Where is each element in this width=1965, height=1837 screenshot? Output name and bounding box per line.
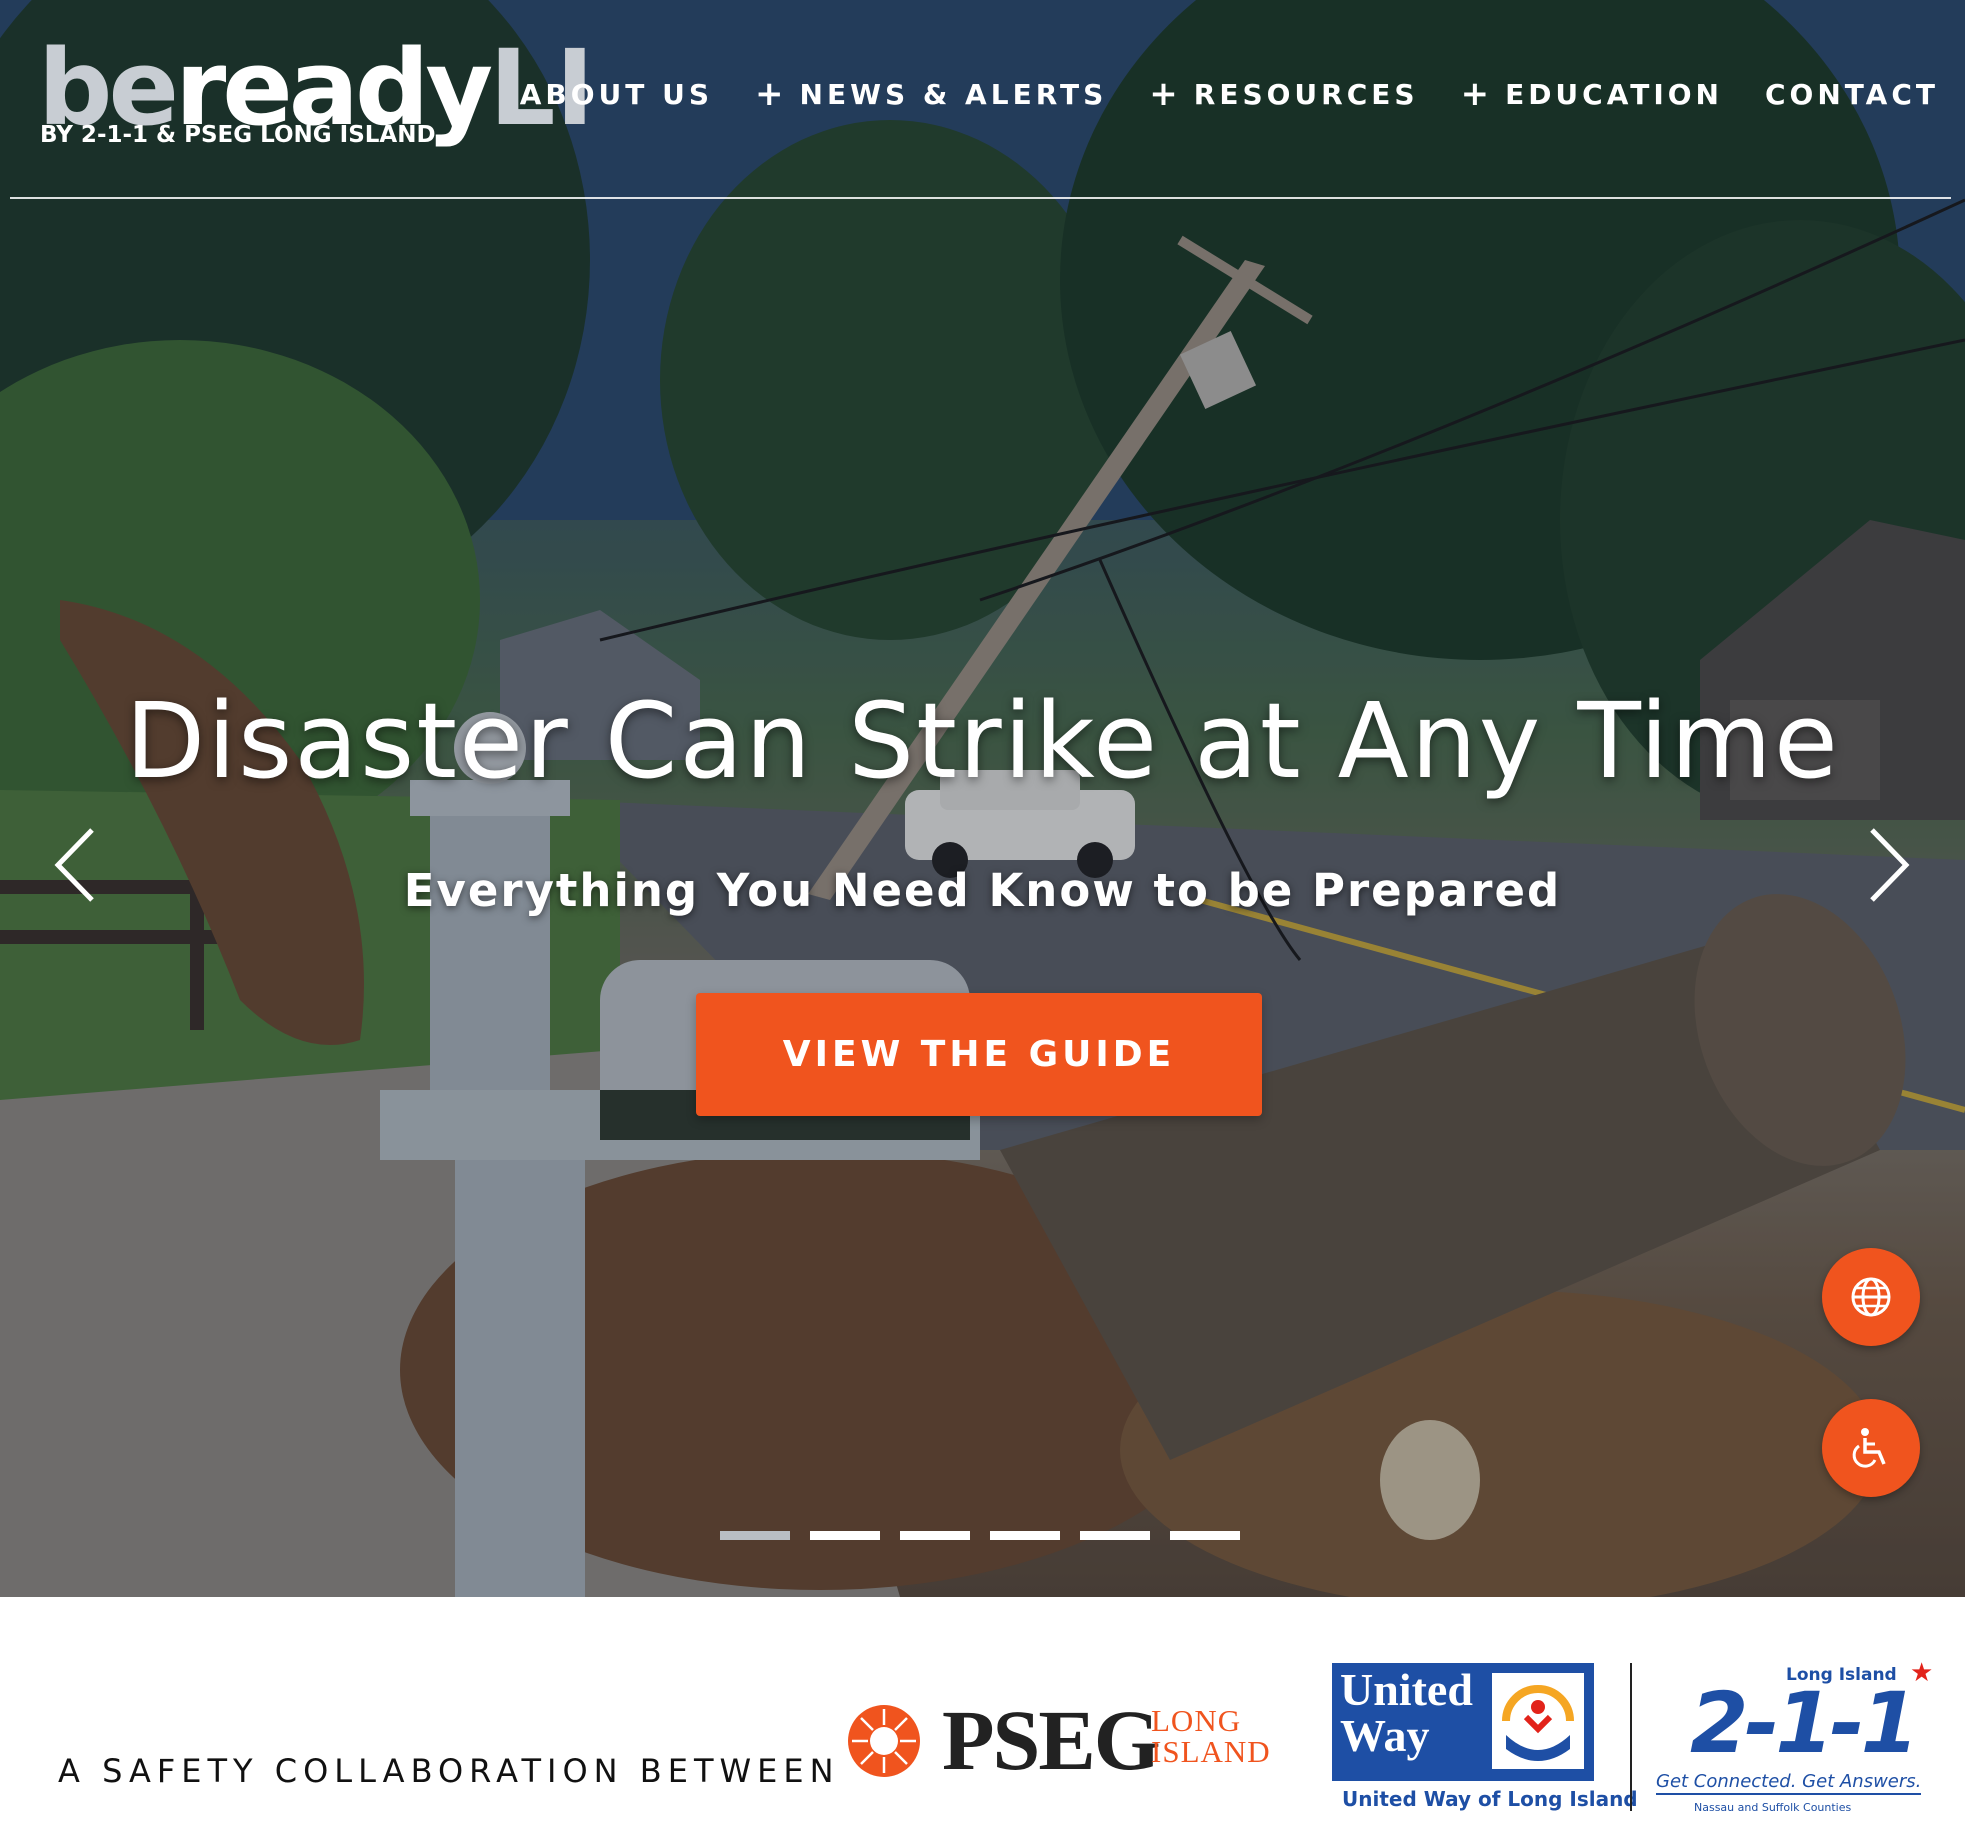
united-way-box: United Way [1332, 1663, 1594, 1781]
site-logo[interactable]: bereadyLI BY 2-1-1 & PSEG LONG ISLAND [38, 36, 594, 156]
wheelchair-icon [1852, 1428, 1886, 1468]
header-divider [10, 197, 1951, 199]
nav-about-us[interactable]: ABOUT US [520, 78, 713, 111]
nav-label: EDUCATION [1505, 77, 1723, 111]
pseg-line2: ISLAND [1151, 1734, 1271, 1769]
pseg-line1: LONG [1151, 1703, 1242, 1738]
pseg-name: PSEG [942, 1692, 1161, 1788]
nav-label: RESOURCES [1193, 77, 1419, 111]
united-way-emblem-icon [1492, 1673, 1584, 1769]
united-way-line2: Way [1340, 1710, 1430, 1761]
nav-resources[interactable]: + RESOURCES [1149, 77, 1418, 111]
partners-bar: A SAFETY COLLABORATION BETWEEN PSEG LONG… [0, 1597, 1965, 1837]
united-way-logo[interactable]: United Way United Way of Long Island [1332, 1663, 1638, 1813]
carousel-dot[interactable] [810, 1531, 880, 1540]
hero-subheadline: Everything You Need Know to be Prepared [403, 864, 1562, 917]
carousel-dot[interactable] [900, 1531, 970, 1540]
nav-label: NEWS & ALERTS [799, 77, 1108, 111]
carousel-prev-button[interactable] [46, 820, 106, 910]
expand-plus-icon: + [1149, 74, 1178, 114]
carousel-next-button[interactable] [1858, 820, 1918, 910]
carousel-dot[interactable] [990, 1531, 1060, 1540]
pseg-long-island: LONG ISLAND [1151, 1705, 1271, 1767]
logo-tagline: BY 2-1-1 & PSEG LONG ISLAND [40, 122, 436, 148]
partner-divider [1630, 1663, 1632, 1811]
chevron-right-icon [1870, 828, 1910, 902]
two-one-one-number: 2-1-1 [1690, 1674, 1919, 1772]
carousel-dot[interactable] [1170, 1531, 1240, 1540]
nav-education[interactable]: + EDUCATION [1461, 77, 1723, 111]
carousel-dot[interactable] [1080, 1531, 1150, 1540]
collaboration-label: A SAFETY COLLABORATION BETWEEN [58, 1752, 840, 1790]
nav-label: ABOUT US [519, 77, 714, 111]
globe-icon [1851, 1277, 1891, 1317]
united-way-line1: United [1340, 1664, 1473, 1715]
united-way-caption: United Way of Long Island [1342, 1787, 1638, 1811]
united-way-wordmark: United Way [1340, 1667, 1473, 1759]
language-button[interactable] [1822, 1248, 1920, 1346]
two-one-one-logo[interactable]: Long Island ★ 2-1-1 Get Connected. Get A… [1652, 1659, 1933, 1819]
expand-plus-icon: + [1460, 74, 1490, 114]
nav-contact[interactable]: CONTACT [1765, 78, 1939, 111]
pseg-logo[interactable]: PSEG LONG ISLAND [846, 1695, 1276, 1795]
two-one-one-tagline: Get Connected. Get Answers. [1656, 1771, 1922, 1795]
main-nav: ABOUT US + NEWS & ALERTS + RESOURCES + E… [520, 74, 1939, 114]
carousel-indicators [720, 1531, 1240, 1540]
pseg-sun-icon [848, 1705, 920, 1777]
nav-label: CONTACT [1764, 77, 1939, 111]
two-one-one-counties: Nassau and Suffolk Counties [1694, 1801, 1852, 1814]
site-header: bereadyLI BY 2-1-1 & PSEG LONG ISLAND AB… [0, 0, 1965, 200]
nav-news-alerts[interactable]: + NEWS & ALERTS [755, 77, 1107, 111]
accessibility-button[interactable] [1822, 1399, 1920, 1497]
view-guide-button[interactable]: VIEW THE GUIDE [696, 993, 1262, 1116]
carousel-dot[interactable] [720, 1531, 790, 1540]
hero-headline: Disaster Can Strike at Any Time [125, 680, 1840, 802]
chevron-left-icon [54, 828, 94, 902]
expand-plus-icon: + [755, 74, 784, 114]
